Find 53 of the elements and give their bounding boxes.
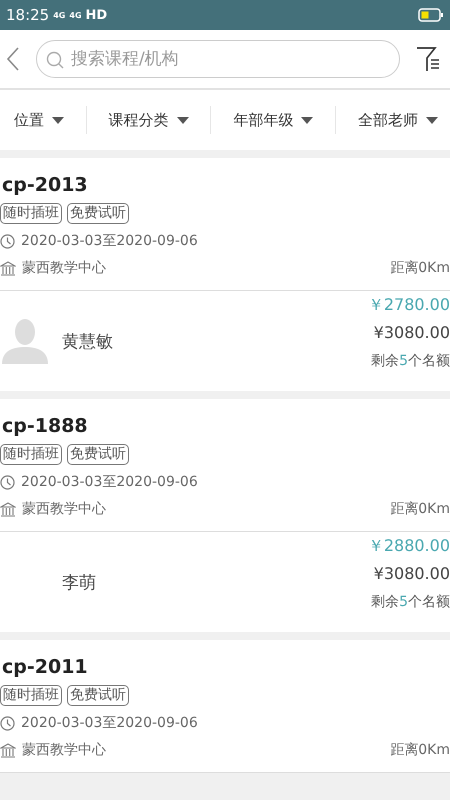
course-dates: 2020-03-03至2020-09-06 [21, 232, 198, 250]
caret-icon [301, 116, 314, 124]
distance: 距离0Km [390, 500, 450, 518]
course-card[interactable]: cp-1888 随时插班 免费试听 2020-03-03至2020-09-06 蒙西教学中心 距离0Km 李萌 ￥2880.00 ¥3080.00 剩余5个名额 [0, 399, 450, 632]
battery-icon [418, 8, 444, 22]
search-field[interactable]: 搜索课程/机构 [36, 40, 400, 78]
center-name: 蒙西教学中心 [22, 741, 106, 759]
course-card[interactable]: cp-2013 随时插班 免费试听 2020-03-03至2020-09-06 蒙西教学中心 距离0Km 黄慧敏 ￥2780.00 ¥3080.00 剩余5个名额 [0, 158, 450, 391]
original-price: ¥3080.00 [374, 322, 450, 344]
network-label: 4G [53, 10, 66, 20]
building-icon [0, 502, 16, 516]
tag: 免费试听 [67, 444, 129, 465]
course-dates: 2020-03-03至2020-09-06 [21, 473, 198, 491]
remaining-seats: 剩余5个名额 [371, 347, 450, 375]
teacher-name: 黄慧敏 [62, 330, 113, 352]
course-dates: 2020-03-03至2020-09-06 [21, 714, 198, 732]
filter-dropdown[interactable]: 年部年级 [229, 110, 318, 130]
tag: 免费试听 [67, 203, 129, 224]
distance: 距离0Km [390, 259, 450, 277]
course-title: cp-2011 [1, 656, 89, 678]
building-icon [0, 742, 16, 758]
distance: 距离0Km [390, 741, 450, 759]
caret-icon [176, 116, 189, 124]
clock-icon [0, 234, 15, 248]
filter-icon[interactable] [416, 46, 442, 72]
center-name: 蒙西教学中心 [22, 500, 106, 518]
filter-dropdown[interactable]: 课程分类 [104, 110, 193, 130]
search-icon [46, 51, 64, 69]
tag: 随时插班 [0, 444, 62, 465]
center-name: 蒙西教学中心 [22, 259, 106, 277]
course-title: cp-1888 [1, 415, 89, 437]
tag: 随时插班 [0, 203, 62, 224]
filter-dropdown[interactable]: 全部老师 [354, 110, 442, 130]
course-title: cp-2013 [1, 174, 89, 196]
filter-dropdown[interactable]: 位置 [10, 110, 68, 130]
course-card[interactable]: cp-2011 随时插班 免费试听 2020-03-03至2020-09-06 蒙西教学中心 距离0Km [0, 640, 450, 773]
status-time: 18:25 [6, 6, 50, 24]
building-icon [0, 260, 16, 276]
remaining-seats: 剩余5个名额 [371, 588, 450, 616]
caret-icon [426, 116, 438, 124]
clock-icon [0, 474, 15, 490]
sale-price: ￥2780.00 [368, 294, 450, 316]
clock-icon [0, 716, 15, 730]
original-price: ¥3080.00 [374, 563, 450, 585]
tag: 免费试听 [67, 685, 129, 706]
network-label: HD [86, 8, 108, 22]
back-icon[interactable] [6, 47, 20, 71]
network-label: 4G [69, 10, 82, 20]
caret-icon [52, 116, 64, 124]
tag: 随时插班 [0, 685, 62, 706]
teacher-name: 李萌 [62, 572, 96, 594]
avatar-icon [2, 318, 48, 364]
sale-price: ￥2880.00 [368, 535, 450, 557]
